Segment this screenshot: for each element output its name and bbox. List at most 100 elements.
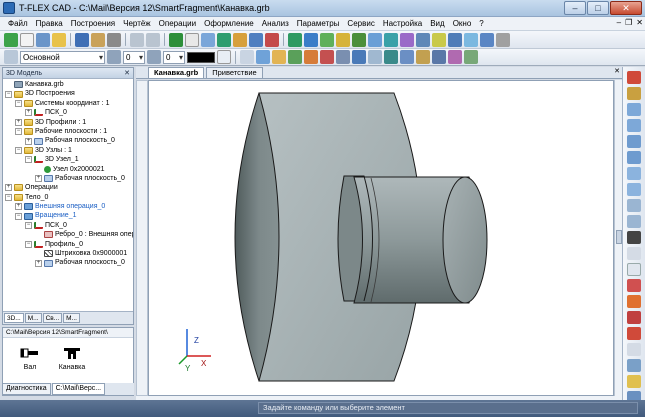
section-icon[interactable] — [448, 32, 462, 47]
loft-icon[interactable] — [320, 32, 334, 47]
shell-icon[interactable] — [400, 32, 414, 47]
menu-drawing[interactable]: Чертёж — [119, 19, 155, 28]
vertical-scrollbar[interactable] — [614, 80, 622, 396]
panel-close-icon[interactable]: ✕ — [124, 68, 130, 79]
tree-item[interactable]: − Тело_0 — [5, 193, 133, 202]
layer-select[interactable]: Основной — [20, 50, 105, 64]
checkmark-icon[interactable] — [4, 32, 18, 47]
zoom-fit-icon[interactable] — [627, 151, 641, 164]
tree-item[interactable]: − 3D Узел_1 — [5, 155, 133, 164]
collapse-icon[interactable]: − — [25, 222, 32, 230]
expand-icon[interactable]: + — [35, 259, 42, 267]
command-prompt[interactable]: Задайте команду или выберите элемент — [258, 402, 638, 414]
filter-lcs-icon[interactable] — [400, 50, 414, 64]
filter-fragment-icon[interactable] — [432, 50, 446, 64]
color-dropdown-icon[interactable] — [217, 50, 231, 64]
tree-item[interactable]: − ПСК_0 — [5, 221, 133, 230]
mdi-close-button[interactable]: ✕ — [636, 18, 643, 27]
zoom-selected-icon[interactable] — [627, 167, 641, 180]
shade-mode-icon[interactable] — [627, 263, 641, 276]
array-icon[interactable] — [416, 32, 430, 47]
line-tool-icon[interactable] — [169, 32, 183, 47]
expand-icon[interactable]: + — [15, 203, 22, 211]
axis-icon[interactable] — [233, 32, 247, 47]
expand-icon[interactable]: + — [25, 109, 32, 117]
mirror-icon[interactable] — [432, 32, 446, 47]
collapse-icon[interactable]: − — [15, 212, 22, 220]
collapse-icon[interactable]: − — [25, 240, 32, 248]
view-iso-icon[interactable] — [627, 231, 641, 244]
select-filter-icon[interactable] — [240, 50, 254, 64]
zoom-window-icon[interactable] — [627, 135, 641, 148]
library-item-groove[interactable]: Канавка — [59, 344, 85, 371]
coord-system-icon[interactable] — [249, 32, 263, 47]
tab-document-welcome[interactable]: Приветствие — [206, 67, 263, 78]
tree-item[interactable]: + Рабочая плоскость_0 — [5, 258, 133, 267]
menu-view[interactable]: Вид — [426, 19, 448, 28]
filter-text-icon[interactable] — [464, 50, 478, 64]
filter-node-icon[interactable] — [368, 50, 382, 64]
tab-model-2[interactable]: М... — [24, 313, 42, 323]
menu-window[interactable]: Окно — [449, 19, 476, 28]
pan-view-icon[interactable] — [627, 87, 641, 100]
tree-item[interactable]: + Рабочая плоскость_0 — [5, 174, 133, 183]
line-width-icon[interactable] — [107, 50, 121, 64]
grid-icon[interactable] — [185, 32, 199, 47]
tree-item[interactable]: +3D Профили : 1 — [5, 118, 133, 127]
tab-library-path[interactable]: C:\Mail\Верс... — [51, 383, 106, 395]
menu-edit[interactable]: Правка — [32, 19, 67, 28]
tab-diagnostics[interactable]: Диагностика — [2, 383, 51, 395]
filter-operation-icon[interactable] — [320, 50, 334, 64]
fillet-icon[interactable] — [368, 32, 382, 47]
menu-service[interactable]: Сервис — [343, 19, 378, 28]
tree-item[interactable]: Ребро_0 : Внешняя опер — [5, 230, 133, 239]
minimize-button[interactable]: – — [564, 1, 586, 15]
menu-analysis[interactable]: Анализ — [258, 19, 293, 28]
tab-properties[interactable]: Св... — [42, 313, 63, 323]
redo-icon[interactable] — [146, 32, 160, 47]
tree-item[interactable]: − Рабочие плоскости : 1 — [5, 127, 133, 136]
view-side-icon[interactable] — [627, 215, 641, 228]
tree-item[interactable]: − Профиль_0 — [5, 240, 133, 249]
color-swatch[interactable] — [187, 51, 215, 63]
plane-icon[interactable] — [201, 32, 215, 47]
expand-icon[interactable]: + — [25, 137, 32, 145]
tree-item[interactable]: + Операции — [5, 183, 133, 192]
menu-file[interactable]: Файл — [4, 19, 32, 28]
wireframe-icon[interactable] — [627, 279, 641, 292]
save-icon[interactable] — [75, 32, 89, 47]
zoom-in-icon[interactable] — [627, 103, 641, 116]
print-icon[interactable] — [107, 32, 121, 47]
new-3d-icon[interactable] — [36, 32, 50, 47]
collapse-icon[interactable]: − — [15, 146, 22, 154]
line-type-select[interactable]: 0 — [163, 50, 185, 64]
chamfer-icon[interactable] — [384, 32, 398, 47]
maximize-button[interactable]: □ — [587, 1, 609, 15]
tree-item[interactable]: − Вращение_1 — [5, 211, 133, 220]
expand-icon[interactable]: + — [5, 184, 12, 192]
section-view-icon[interactable] — [627, 311, 641, 324]
collapse-icon[interactable]: − — [5, 193, 12, 201]
filter-face-icon[interactable] — [256, 50, 270, 64]
line-width-select[interactable]: 0 — [123, 50, 145, 64]
explode-icon[interactable] — [627, 327, 641, 340]
3d-viewport[interactable]: Z X Y — [148, 80, 614, 396]
view-front-icon[interactable] — [627, 183, 641, 196]
menu-parameters[interactable]: Параметры — [293, 19, 344, 28]
tree-item[interactable]: + Рабочая плоскость_0 — [5, 136, 133, 145]
view-icon[interactable] — [480, 32, 494, 47]
filter-dimension-icon[interactable] — [448, 50, 462, 64]
library-item-shaft[interactable]: Вал — [17, 344, 43, 371]
boolean-icon[interactable] — [352, 32, 366, 47]
tree-item[interactable]: Канавка.grb — [5, 80, 133, 89]
mdi-minimize-button[interactable]: – — [617, 18, 621, 27]
menu-help[interactable]: ? — [475, 19, 487, 28]
sweep-icon[interactable] — [336, 32, 350, 47]
rotate-icon[interactable] — [304, 32, 318, 47]
library-icon[interactable] — [91, 32, 105, 47]
measure-icon[interactable] — [464, 32, 478, 47]
zoom-out-icon[interactable] — [627, 119, 641, 132]
tree-item[interactable]: + Внешняя операция_0 — [5, 202, 133, 211]
profile-icon[interactable] — [265, 32, 279, 47]
expand-icon[interactable]: + — [15, 118, 22, 126]
